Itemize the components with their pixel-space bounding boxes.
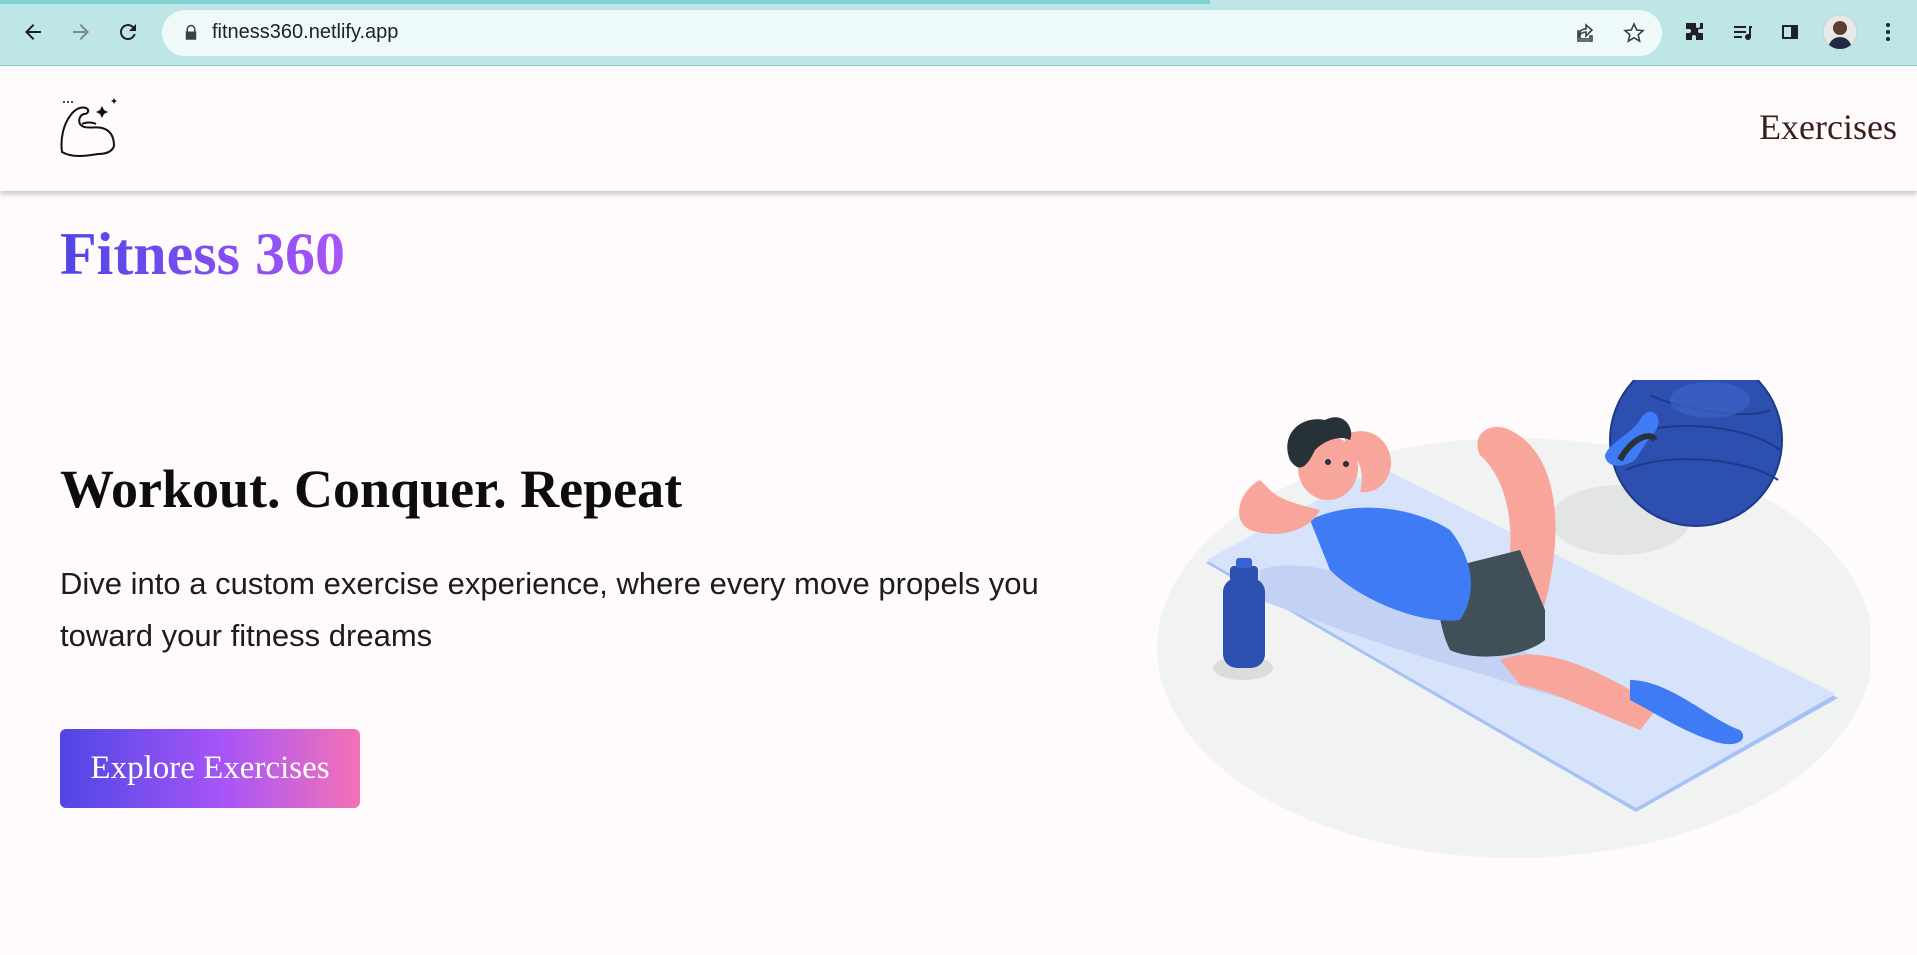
share-icon[interactable] <box>1574 21 1598 45</box>
sidepanel-icon[interactable] <box>1774 16 1806 48</box>
brand-title: Fitness 360 <box>60 221 345 287</box>
site-navbar: Exercises <box>0 66 1917 191</box>
person-doing-crunches-illustration <box>1157 380 1870 858</box>
forward-icon[interactable] <box>65 16 97 48</box>
back-icon[interactable] <box>17 16 49 48</box>
hero-headline: Workout. Conquer. Repeat <box>60 459 683 519</box>
extensions-icon[interactable] <box>1679 16 1711 48</box>
flexed-arm-icon[interactable] <box>58 94 124 160</box>
url-text[interactable]: fitness360.netlify.app <box>212 21 398 44</box>
lock-icon <box>185 24 197 40</box>
hero-description: Dive into a custom exercise experience, … <box>60 566 1039 653</box>
star-icon[interactable] <box>1622 21 1646 45</box>
address-bar[interactable]: fitness360.netlify.app <box>162 10 1662 56</box>
profile-avatar[interactable] <box>1823 15 1857 49</box>
page-load-progress <box>0 0 1210 4</box>
explore-exercises-button[interactable]: Explore Exercises <box>60 729 360 808</box>
reload-icon[interactable] <box>112 16 144 48</box>
nav-exercises-link[interactable]: Exercises <box>1759 106 1897 148</box>
media-icon[interactable] <box>1727 16 1759 48</box>
menu-icon[interactable] <box>1872 16 1904 48</box>
browser-toolbar: fitness360.netlify.app <box>0 0 1917 66</box>
